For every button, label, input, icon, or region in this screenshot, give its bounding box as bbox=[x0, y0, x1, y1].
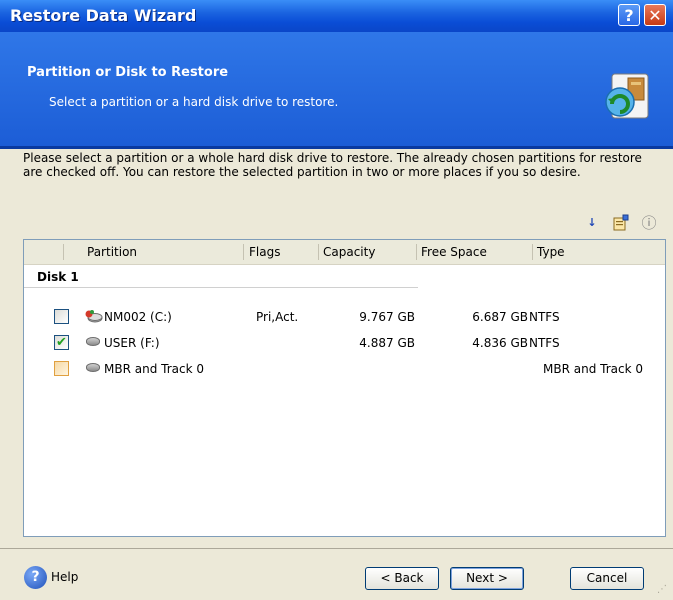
title-help-button[interactable]: ? bbox=[618, 4, 640, 26]
partition-list[interactable]: Partition Flags Capacity Free Space Type… bbox=[23, 239, 666, 537]
info-glyph: ⓘ bbox=[641, 214, 657, 232]
column-capacity[interactable]: Capacity bbox=[323, 240, 375, 264]
properties-icon[interactable] bbox=[612, 214, 630, 232]
disk-icon bbox=[86, 337, 100, 346]
partition-type: NTFS bbox=[529, 336, 560, 350]
partition-capacity: 9.767 GB bbox=[359, 310, 415, 324]
partition-name: NM002 (C:) bbox=[104, 310, 172, 324]
partition-checkbox-checked[interactable]: ✔ bbox=[54, 335, 69, 350]
partition-name: USER (F:) bbox=[104, 336, 160, 350]
title-bar: Restore Data Wizard ? ✕ bbox=[0, 0, 673, 32]
cancel-button[interactable]: Cancel bbox=[570, 567, 644, 590]
disk-separator bbox=[24, 287, 418, 288]
close-button[interactable]: ✕ bbox=[644, 4, 666, 26]
system-disk-icon bbox=[85, 310, 103, 323]
mbr-checkbox[interactable] bbox=[54, 361, 69, 376]
column-divider bbox=[532, 244, 533, 260]
window-title: Restore Data Wizard bbox=[10, 6, 197, 25]
header-banner: Partition or Disk to Restore Select a pa… bbox=[0, 32, 673, 146]
instructions-text: Please select a partition or a whole har… bbox=[23, 151, 642, 179]
partition-capacity: 4.887 GB bbox=[359, 336, 415, 350]
partition-row[interactable]: ✔ USER (F:) 4.887 GB 4.836 GB NTFS bbox=[24, 333, 665, 357]
partition-type: MBR and Track 0 bbox=[543, 362, 643, 376]
partition-checkbox[interactable] bbox=[54, 309, 69, 324]
disk-group-row[interactable]: Disk 1 bbox=[24, 264, 665, 288]
column-partition[interactable]: Partition bbox=[87, 240, 137, 264]
partition-free-space: 4.836 GB bbox=[472, 336, 528, 350]
sort-glyph: ↓ bbox=[587, 216, 597, 229]
check-mark: ✔ bbox=[56, 335, 67, 350]
help-icon[interactable]: ? bbox=[24, 566, 47, 589]
column-type[interactable]: Type bbox=[537, 240, 565, 264]
partition-type: NTFS bbox=[529, 310, 560, 324]
partition-free-space: 6.687 GB bbox=[472, 310, 528, 324]
restore-disk-icon bbox=[605, 73, 649, 119]
sort-icon[interactable]: ↓ bbox=[583, 214, 601, 232]
column-divider bbox=[318, 244, 319, 260]
help-link[interactable]: Help bbox=[51, 570, 78, 584]
partition-flags: Pri,Act. bbox=[256, 310, 299, 324]
column-divider bbox=[243, 244, 244, 260]
restore-data-wizard-window: Restore Data Wizard ? ✕ Partition or Dis… bbox=[0, 0, 673, 600]
disk-label: Disk 1 bbox=[37, 270, 79, 284]
partition-row[interactable]: MBR and Track 0 MBR and Track 0 bbox=[24, 359, 665, 383]
disk-icon bbox=[86, 363, 100, 372]
partition-row[interactable]: NM002 (C:) Pri,Act. 9.767 GB 6.687 GB NT… bbox=[24, 307, 665, 331]
partition-name: MBR and Track 0 bbox=[104, 362, 204, 376]
back-button[interactable]: < Back bbox=[365, 567, 439, 590]
header-title: Partition or Disk to Restore bbox=[27, 65, 229, 80]
next-button[interactable]: Next > bbox=[450, 567, 524, 590]
column-divider bbox=[416, 244, 417, 260]
header-separator bbox=[0, 146, 673, 149]
column-divider bbox=[63, 244, 64, 260]
header-subtitle: Select a partition or a hard disk drive … bbox=[49, 95, 339, 109]
info-icon[interactable]: ⓘ bbox=[640, 214, 658, 232]
list-header: Partition Flags Capacity Free Space Type bbox=[24, 240, 665, 265]
column-flags[interactable]: Flags bbox=[249, 240, 280, 264]
footer-separator bbox=[0, 548, 673, 549]
resize-grip-icon[interactable]: ⋰ bbox=[657, 584, 669, 596]
column-free-space[interactable]: Free Space bbox=[421, 240, 487, 264]
